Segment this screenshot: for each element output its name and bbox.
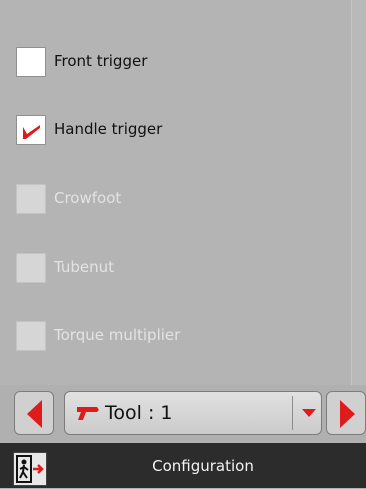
- tool-selector-divider: [292, 396, 293, 430]
- handle-trigger-label: Handle trigger: [54, 120, 163, 138]
- scrollbar[interactable]: [351, 0, 366, 385]
- crowfoot-checkbox: [16, 184, 46, 214]
- tubenut-label: Tubenut: [54, 258, 115, 276]
- front-trigger-checkbox[interactable]: [16, 47, 46, 77]
- bottom-bar: Configuration: [0, 443, 366, 488]
- tool-selector-label: Tool : 1: [105, 402, 173, 424]
- drill-tool-icon: [77, 407, 99, 420]
- right-arrow-icon: [340, 400, 355, 428]
- torque-multiplier-checkbox: [16, 321, 46, 351]
- torque-multiplier-label: Torque multiplier: [54, 326, 181, 344]
- next-tool-button[interactable]: [326, 391, 366, 435]
- tool-selector[interactable]: Tool : 1: [64, 391, 322, 435]
- left-arrow-icon: [27, 400, 42, 428]
- previous-tool-button[interactable]: [14, 391, 54, 435]
- crowfoot-label: Crowfoot: [54, 189, 122, 207]
- check-mark-icon: [23, 125, 40, 139]
- tubenut-checkbox: [16, 253, 46, 283]
- front-trigger-label: Front trigger: [54, 52, 148, 70]
- configuration-screen: Front trigger Handle trigger Crowfoot Tu…: [0, 0, 366, 488]
- handle-trigger-checkbox[interactable]: [16, 115, 46, 145]
- dropdown-triangle-icon[interactable]: [301, 408, 317, 418]
- screen-title: Configuration: [152, 457, 254, 475]
- tool-navigation-row: Tool : 1: [0, 385, 366, 443]
